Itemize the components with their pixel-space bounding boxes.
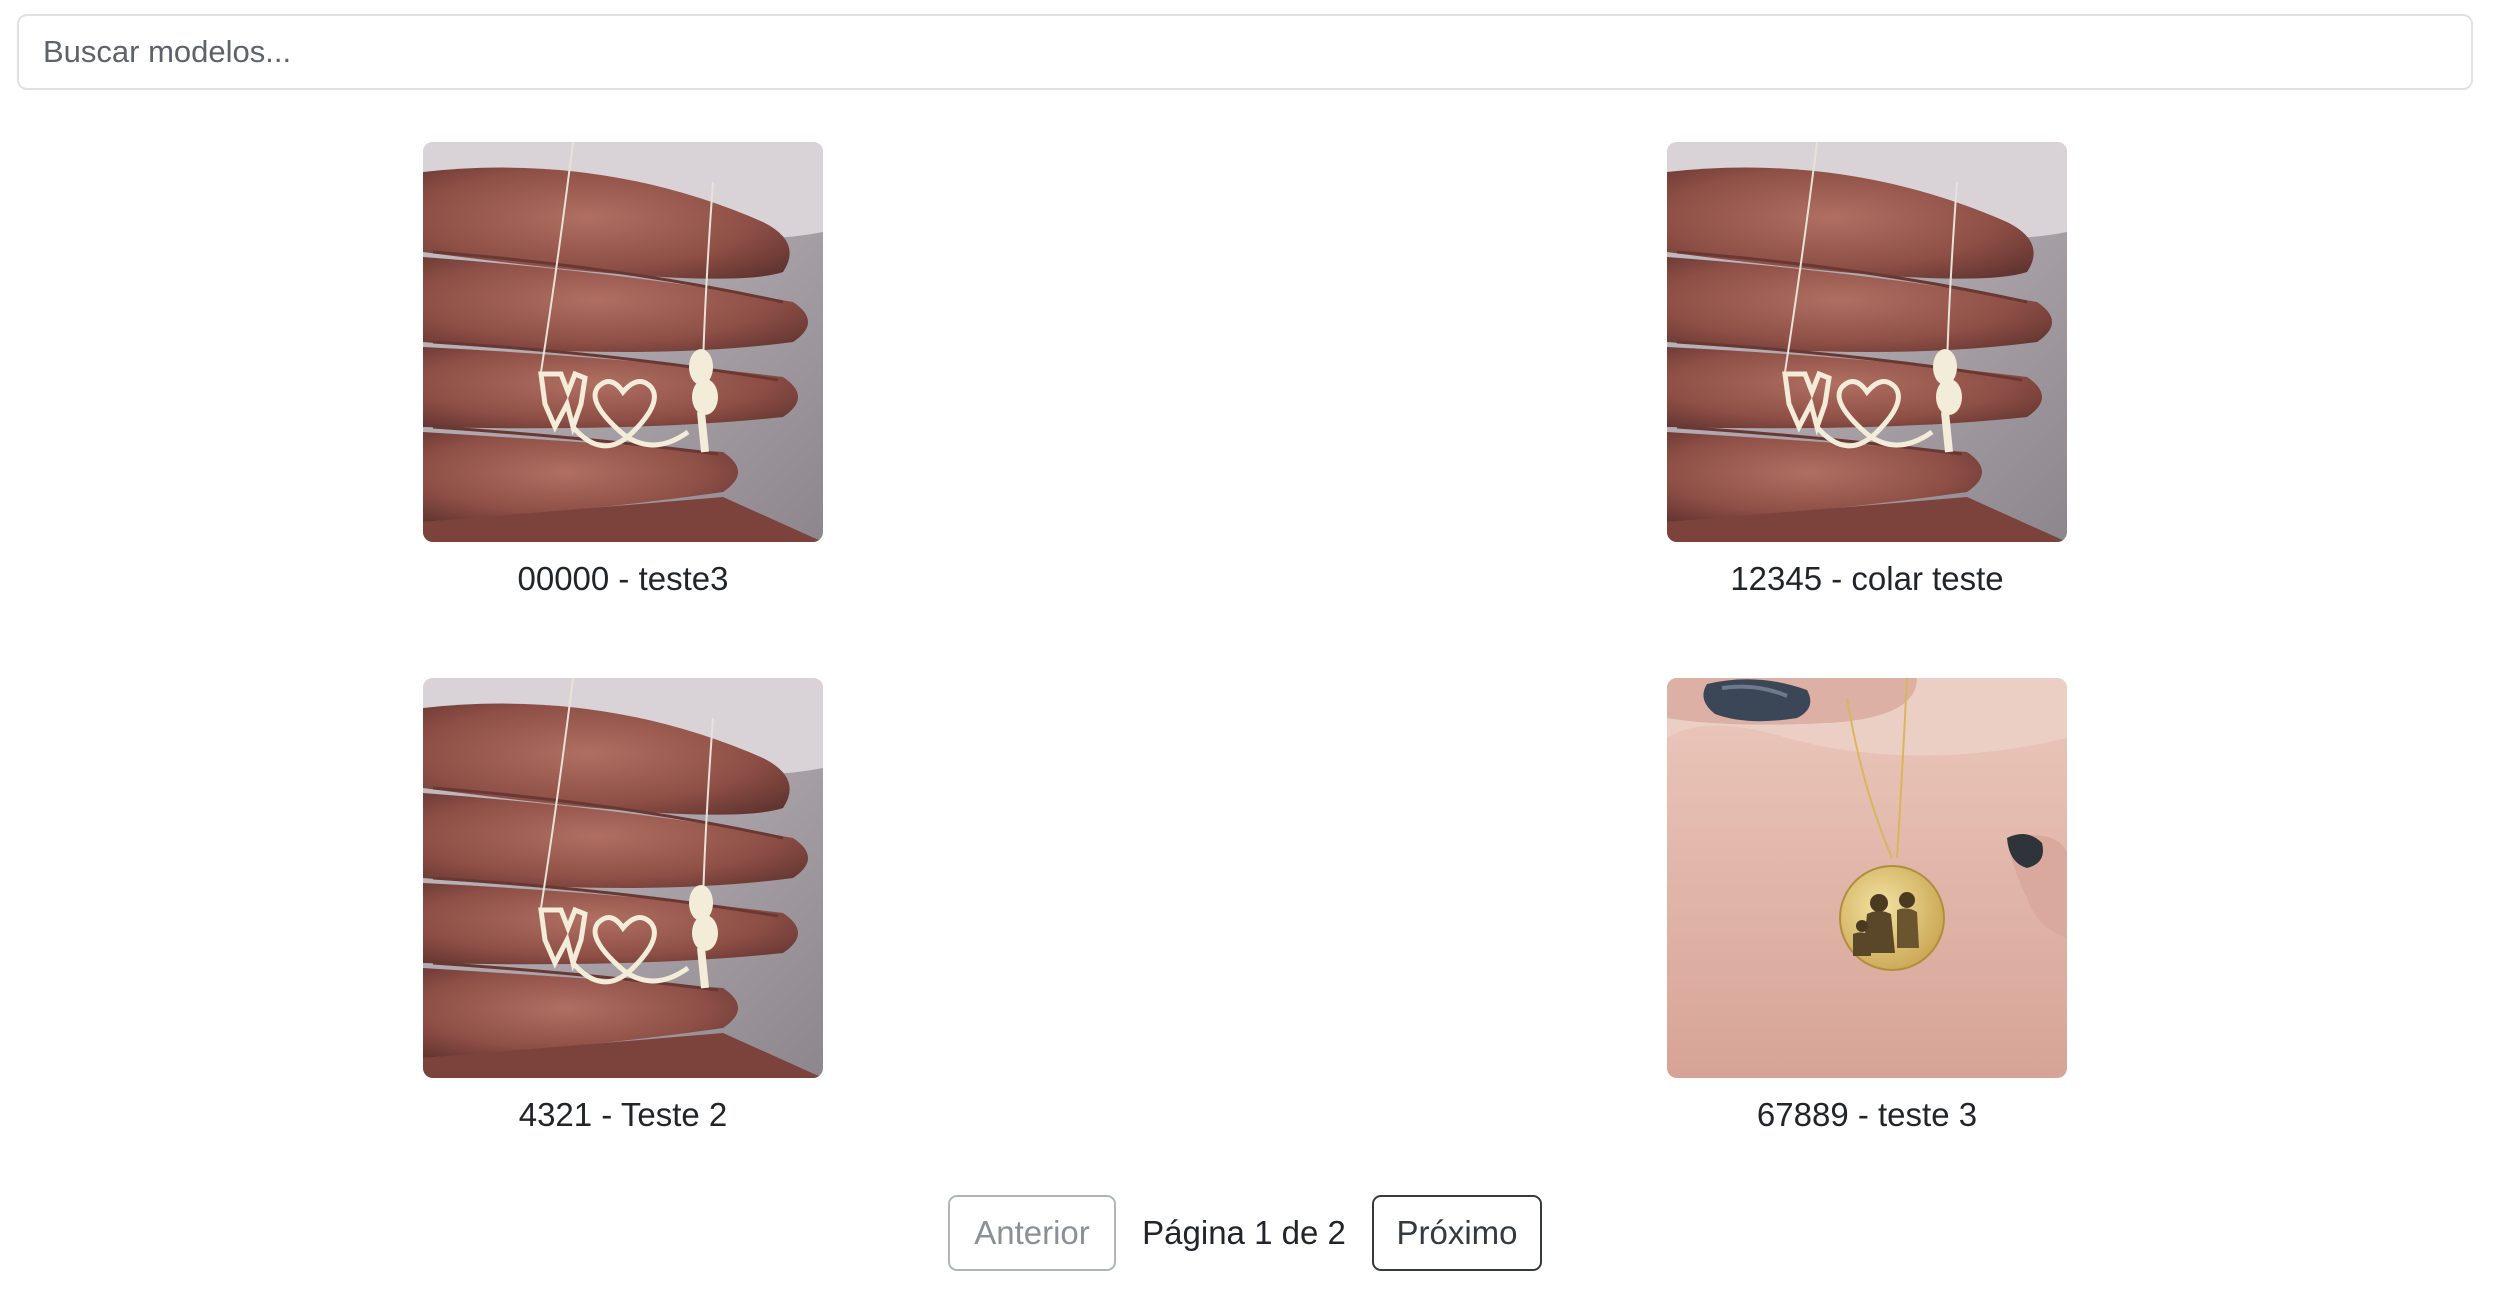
search-input[interactable] xyxy=(17,14,2473,90)
product-card[interactable]: 00000 - teste3 xyxy=(423,142,823,597)
product-card[interactable]: 12345 - colar teste xyxy=(1667,142,2067,597)
next-page-button[interactable]: Próximo xyxy=(1372,1195,1542,1271)
page: 00000 - teste3 12345 - colar teste 4321 … xyxy=(0,0,2508,1308)
product-caption[interactable]: 12345 - colar teste xyxy=(1467,560,2267,598)
product-card[interactable]: 4321 - Teste 2 xyxy=(423,678,823,1133)
product-image[interactable] xyxy=(1667,142,2067,542)
page-indicator: Página 1 de 2 xyxy=(1142,1214,1346,1251)
product-card[interactable]: 67889 - teste 3 xyxy=(1667,678,2067,1133)
product-caption[interactable]: 4321 - Teste 2 xyxy=(223,1096,1023,1134)
product-image[interactable] xyxy=(423,678,823,1078)
previous-page-button[interactable]: Anterior xyxy=(948,1195,1116,1271)
product-image[interactable] xyxy=(1667,678,2067,1078)
product-image[interactable] xyxy=(423,142,823,542)
product-caption[interactable]: 67889 - teste 3 xyxy=(1467,1096,2267,1134)
product-caption[interactable]: 00000 - teste3 xyxy=(223,560,1023,598)
